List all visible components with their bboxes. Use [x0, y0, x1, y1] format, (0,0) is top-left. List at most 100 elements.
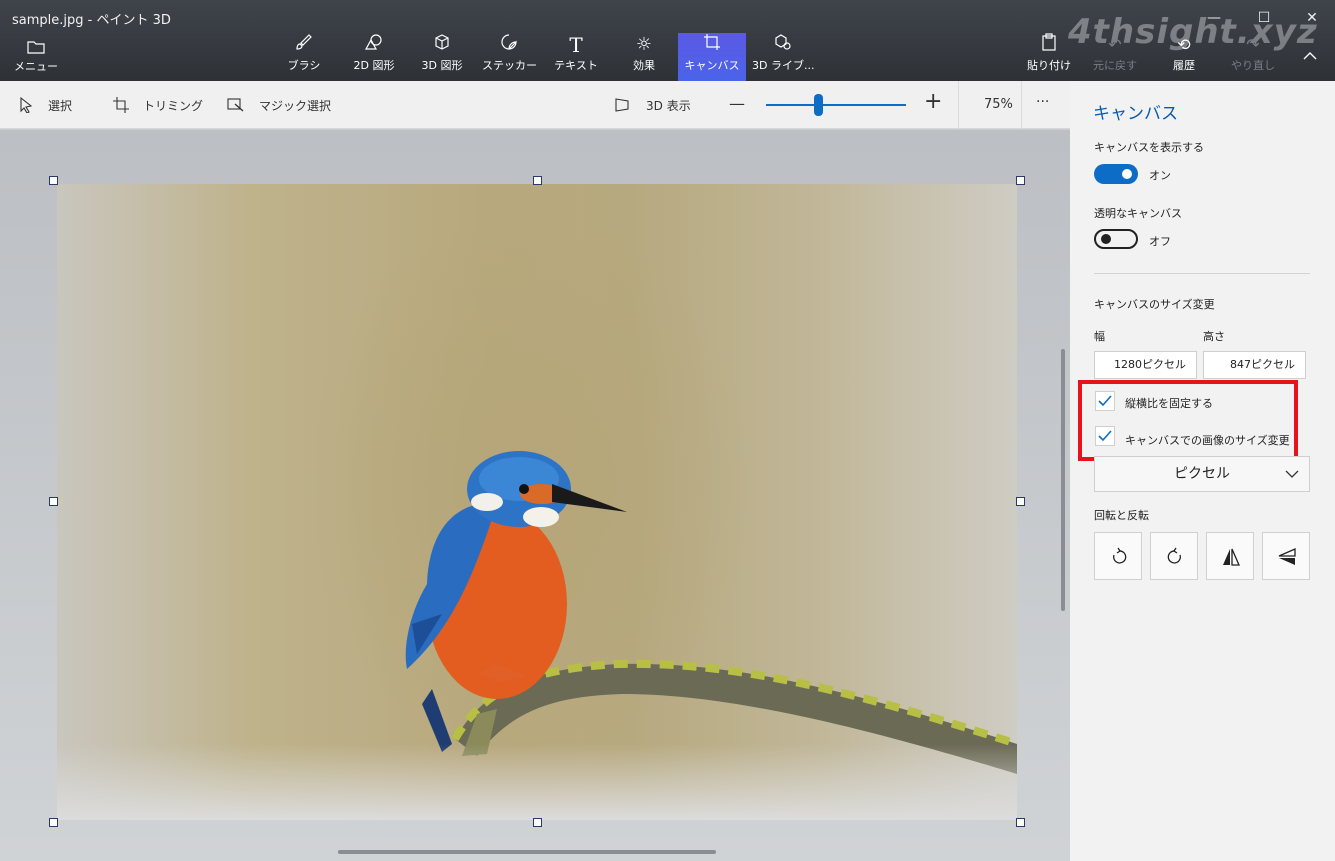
zoom-slider-track[interactable] [766, 104, 906, 106]
zoom-percent: 75% [984, 97, 1013, 112]
chevron-up-icon [1303, 52, 1317, 60]
flip-vertical-button[interactable] [1262, 532, 1310, 580]
more-options-button[interactable]: ··· [1036, 94, 1049, 110]
window-title: sample.jpg - ペイント 3D [12, 13, 171, 28]
resize-handle-left[interactable] [49, 497, 58, 506]
history-button[interactable]: ⟲ 履歴 [1162, 33, 1206, 81]
trim-label: トリミング [143, 98, 204, 113]
view-3d-label: 3D 表示 [646, 98, 691, 113]
view-3d-toggle[interactable]: 3D 表示 [614, 95, 691, 115]
width-label: 幅 [1094, 330, 1105, 343]
resize-heading: キャンバスのサイズ変更 [1094, 298, 1215, 311]
paste-label: 貼り付け [1027, 59, 1071, 72]
tool-effects[interactable]: ☼ 効果 [622, 33, 666, 81]
vertical-scrollbar[interactable] [1061, 349, 1065, 611]
flip-vertical-icon [1278, 548, 1296, 565]
rotate-left-icon [1113, 547, 1127, 564]
resize-handle-bottom[interactable] [533, 818, 542, 827]
canvas-image[interactable] [57, 184, 1017, 820]
canvas-icon [678, 33, 746, 57]
tool-canvas[interactable]: キャンバス [678, 33, 746, 81]
width-field[interactable]: 1280ピクセル [1094, 351, 1197, 379]
collapse-ribbon-button[interactable] [1298, 44, 1322, 68]
rotate-left-button[interactable] [1094, 532, 1142, 580]
redo-icon: ↷ [1246, 35, 1260, 54]
panel-divider [1094, 273, 1310, 274]
tool-3d-shapes[interactable]: 3D 図形 [414, 33, 470, 81]
redo-button[interactable]: ↷ やり直し [1228, 33, 1278, 81]
highlight-box [1078, 380, 1298, 461]
pointer-icon [20, 97, 33, 113]
tool-brush-label: ブラシ [287, 59, 321, 72]
kingfisher-photo [405, 451, 1017, 774]
tool-sticker-label: ステッカー [482, 59, 537, 72]
flip-horizontal-icon [1223, 548, 1240, 566]
tool-3d-library-label: 3D ライブ... [752, 59, 815, 72]
transparent-canvas-state: オフ [1149, 235, 1171, 248]
undo-button[interactable]: ↶ 元に戻す [1090, 33, 1140, 81]
show-canvas-toggle[interactable] [1094, 164, 1138, 184]
height-label: 高さ [1203, 330, 1225, 343]
tool-canvas-label: キャンバス [684, 59, 740, 72]
rotate-right-button[interactable] [1150, 532, 1198, 580]
menu-label: メニュー [14, 60, 58, 73]
tool-2d-shapes-label: 2D 図形 [353, 59, 395, 72]
horizontal-scrollbar[interactable] [338, 850, 716, 854]
tool-3d-shapes-label: 3D 図形 [421, 59, 463, 72]
show-canvas-state: オン [1149, 169, 1171, 182]
resize-handle-right[interactable] [1016, 497, 1025, 506]
brush-icon [282, 33, 326, 57]
toggle-knob [1101, 234, 1111, 244]
select-tool[interactable]: 選択 [18, 95, 72, 115]
tool-2d-shapes[interactable]: 2D 図形 [346, 33, 402, 81]
effects-icon: ☼ [635, 34, 653, 55]
history-icon: ⟲ [1177, 35, 1191, 54]
chevron-down-icon [1285, 470, 1299, 478]
zoom-slider-thumb[interactable] [814, 94, 823, 116]
resize-handle-top-left[interactable] [49, 176, 58, 185]
title-bar: sample.jpg - ペイント 3D — ☐ ✕ 4thsight.xyz … [0, 0, 1335, 81]
magic-select-tool[interactable]: マジック選択 [227, 95, 331, 115]
redo-label: やり直し [1231, 59, 1275, 72]
tool-text[interactable]: T テキスト [552, 33, 600, 81]
zoom-out-button[interactable]: — [729, 94, 745, 113]
3d-library-icon [752, 33, 814, 57]
text-icon: T [569, 33, 583, 57]
toggle-knob [1122, 169, 1132, 179]
undo-label: 元に戻す [1093, 59, 1137, 72]
2d-shapes-icon [346, 33, 402, 57]
paste-icon [1024, 33, 1074, 57]
paste-button[interactable]: 貼り付け [1024, 33, 1074, 81]
height-field[interactable]: 847ピクセル [1203, 351, 1306, 379]
panel-title: キャンバス [1093, 104, 1178, 124]
3d-shapes-icon [414, 33, 470, 57]
rotate-heading: 回転と反転 [1094, 509, 1149, 522]
unit-selected: ピクセル [1174, 466, 1230, 482]
photo-fog [57, 744, 1017, 820]
trim-tool[interactable]: トリミング [113, 95, 203, 115]
magic-select-label: マジック選択 [259, 98, 332, 113]
resize-handle-bottom-right[interactable] [1016, 818, 1025, 827]
3d-view-icon [615, 98, 629, 112]
tool-3d-library[interactable]: 3D ライブ... [752, 33, 814, 81]
resize-handle-top[interactable] [533, 176, 542, 185]
menu-button[interactable]: メニュー [8, 36, 64, 78]
unit-dropdown[interactable]: ピクセル [1094, 456, 1310, 492]
zoom-in-button[interactable]: + [924, 91, 942, 113]
flip-horizontal-button[interactable] [1206, 532, 1254, 580]
select-label: 選択 [48, 98, 73, 113]
transparent-canvas-label: 透明なキャンバス [1094, 207, 1182, 220]
undo-icon: ↶ [1108, 35, 1122, 54]
resize-handle-bottom-left[interactable] [49, 818, 58, 827]
rotate-right-icon [1167, 547, 1181, 564]
show-canvas-label: キャンバスを表示する [1094, 141, 1204, 154]
magic-select-icon [227, 98, 244, 112]
tool-sticker[interactable]: ステッカー [482, 33, 537, 81]
folder-icon [27, 41, 45, 54]
crop-icon [113, 97, 129, 113]
tool-brush[interactable]: ブラシ [282, 33, 326, 81]
sticker-icon [482, 33, 536, 57]
resize-handle-top-right[interactable] [1016, 176, 1025, 185]
transparent-canvas-toggle[interactable] [1094, 229, 1138, 249]
history-label: 履歴 [1173, 59, 1195, 72]
